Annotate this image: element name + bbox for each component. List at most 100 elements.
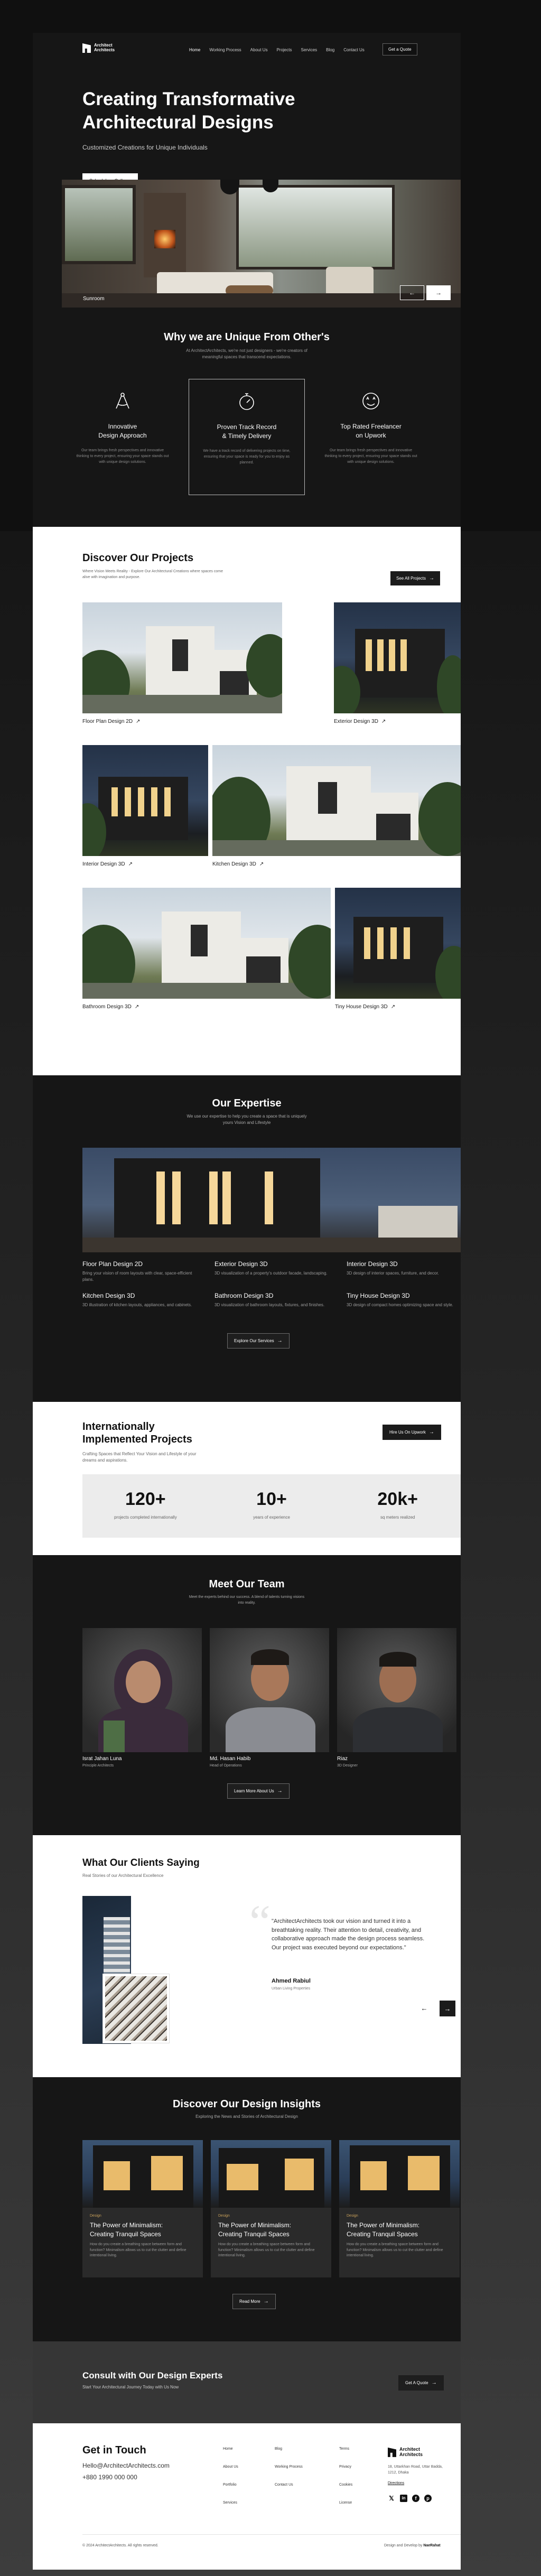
footer-email[interactable]: Hello@ArchitectArchitects.com [82, 2462, 170, 2469]
hero-next-button[interactable]: → [426, 285, 451, 300]
main-nav: Home Working Process About Us Projects S… [189, 48, 365, 52]
project-caption[interactable]: Kitchen Design 3D ↗ [212, 861, 264, 867]
footer-links-col3: Terms Privacy Cookies License [339, 2447, 352, 2505]
footer-credit-name[interactable]: NaeRahat [423, 2544, 440, 2547]
unique-card-title: Top Rated Freelancer on Upwork [313, 422, 429, 440]
x-twitter-icon[interactable]: 𝕏 [388, 2495, 395, 2502]
expertise-item-text: 3D visualization of bathroom layouts, fi… [214, 1303, 325, 1307]
project-caption[interactable]: Bathroom Design 3D ↗ [82, 1004, 139, 1010]
project-image[interactable] [82, 888, 331, 999]
nav-quote-button[interactable]: Get a Quote [383, 43, 417, 55]
expertise-image [82, 1148, 461, 1252]
arrow-up-right-icon: ↗ [128, 861, 133, 867]
blog-image [82, 2140, 203, 2208]
project-caption[interactable]: Tiny House Design 3D ↗ [335, 1004, 395, 1010]
linkedin-icon[interactable]: in [400, 2495, 407, 2502]
arrow-left-icon: ← [421, 2004, 428, 2012]
expertise-item-text: 3D visualization of a property's outdoor… [214, 1271, 328, 1276]
compass-icon [116, 393, 129, 409]
logo-line2: Architects [94, 48, 115, 52]
card-title-line2: Design Approach [98, 431, 147, 439]
stat-value: 20k+ [377, 1489, 418, 1509]
footer-link-cookies[interactable]: Cookies [339, 2483, 352, 2487]
nav-contact-us[interactable]: Contact Us [343, 48, 365, 52]
arrow-right-icon: → [277, 1338, 283, 1344]
blog-card[interactable]: Design The Power of Minimalism: Creating… [211, 2140, 331, 2277]
nav-projects[interactable]: Projects [277, 48, 292, 52]
team-photo [337, 1628, 456, 1752]
blog-title-line1: The Power of Minimalism: [218, 2221, 292, 2229]
expertise-item[interactable]: Kitchen Design 3D 3D illustration of kit… [82, 1292, 199, 1308]
footer-link-license[interactable]: License [339, 2501, 352, 2505]
project-caption[interactable]: Interior Design 3D ↗ [82, 861, 133, 867]
read-more-button[interactable]: Read More → [232, 2294, 276, 2309]
explore-services-button[interactable]: Explore Our Services → [227, 1333, 290, 1349]
learn-more-about-us-button[interactable]: Learn More About Us → [227, 1783, 290, 1799]
testimonial-next-button[interactable]: → [440, 2001, 455, 2016]
expertise-item-title: Bathroom Design 3D [214, 1292, 274, 1299]
facebook-icon[interactable]: f [412, 2495, 419, 2502]
expertise-item[interactable]: Bathroom Design 3D 3D visualization of b… [214, 1292, 331, 1308]
arrow-right-icon: → [435, 289, 442, 296]
nav-home[interactable]: Home [189, 48, 200, 52]
hero-section: Architect Architects Home Working Proces… [33, 33, 461, 527]
nav-services[interactable]: Services [301, 48, 317, 52]
consult-title: Consult with Our Design Experts [82, 2370, 223, 2380]
footer-logo[interactable]: Architect Architects [388, 2447, 423, 2458]
blog-tag: Design [90, 2214, 101, 2218]
expertise-item[interactable]: Interior Design 3D 3D design of interior… [347, 1260, 458, 1277]
footer-link-contact[interactable]: Contact Us [275, 2483, 303, 2487]
project-image[interactable] [82, 602, 282, 713]
hire-upwork-label: Hire Us On Upwork [389, 1430, 426, 1435]
expertise-item[interactable]: Exterior Design 3D 3D visualization of a… [214, 1260, 331, 1277]
blog-title-line1: The Power of Minimalism: [90, 2221, 163, 2229]
project-image[interactable] [334, 602, 461, 713]
expertise-item-text: 3D design of compact homes optimizing sp… [347, 1303, 453, 1307]
pinterest-icon[interactable]: p [424, 2495, 432, 2502]
see-all-projects-button[interactable]: See All Projects → [390, 571, 441, 585]
project-image[interactable] [335, 888, 461, 999]
team-member-name: Israt Jahan Luna [82, 1756, 122, 1762]
hero-prev-button[interactable]: ← [400, 285, 424, 300]
footer-link-portfolio[interactable]: Portfolio [223, 2483, 238, 2487]
blog-title-line1: The Power of Minimalism: [347, 2221, 420, 2229]
footer-link-blog[interactable]: Blog [275, 2447, 303, 2451]
testimonial-prev-button[interactable]: ← [417, 2001, 432, 2015]
nav-blog[interactable]: Blog [326, 48, 334, 52]
projects-subtitle: Where Vision Meets Reality - Explore Our… [82, 570, 223, 579]
arrow-right-icon: → [428, 1429, 434, 1435]
nav-about-us[interactable]: About Us [250, 48, 268, 52]
team-member-name: Md. Hasan Habib [210, 1756, 251, 1762]
expertise-item[interactable]: Tiny House Design 3D 3D design of compac… [347, 1292, 458, 1308]
footer: Get in Touch Hello@ArchitectArchitects.c… [33, 2423, 461, 2570]
logo[interactable]: Architect Architects [82, 43, 115, 53]
unique-card-text: We have a track record of delivering pro… [203, 449, 291, 464]
footer-link-privacy[interactable]: Privacy [339, 2465, 352, 2469]
footer-phone[interactable]: +880 1990 000 000 [82, 2473, 137, 2481]
footer-link-about[interactable]: About Us [223, 2465, 238, 2469]
footer-directions-link[interactable]: Directions [388, 2481, 404, 2485]
blog-image [339, 2140, 460, 2208]
footer-link-terms[interactable]: Terms [339, 2447, 352, 2451]
footer-link-home[interactable]: Home [223, 2447, 238, 2451]
blog-card[interactable]: Design The Power of Minimalism: Creating… [82, 2140, 203, 2277]
get-a-quote-button[interactable]: Get A Quote → [398, 2375, 444, 2391]
hero-subtitle: Customized Creations for Unique Individu… [82, 144, 208, 151]
project-image[interactable] [82, 745, 208, 856]
unique-card-title: Innovative Design Approach [64, 422, 181, 440]
blog-title-line2: Creating Tranquil Spaces [347, 2230, 418, 2238]
team-title: Meet Our Team [209, 1578, 285, 1590]
window-panel [236, 185, 395, 269]
read-more-label: Read More [239, 2299, 260, 2304]
expertise-item[interactable]: Floor Plan Design 2D Bring your vision o… [82, 1260, 199, 1283]
project-caption[interactable]: Exterior Design 3D ↗ [334, 719, 386, 724]
nav-working-process[interactable]: Working Process [209, 48, 241, 52]
stat: 10+ years of experience [209, 1474, 335, 1538]
project-image[interactable] [212, 745, 461, 856]
blog-card[interactable]: Design The Power of Minimalism: Creating… [339, 2140, 460, 2277]
hire-upwork-button[interactable]: Hire Us On Upwork → [383, 1425, 441, 1440]
footer-link-working-process[interactable]: Working Process [275, 2465, 303, 2469]
project-caption[interactable]: Floor Plan Design 2D ↗ [82, 719, 140, 724]
footer-link-services[interactable]: Services [223, 2501, 238, 2505]
website-frame: Architect Architects Home Working Proces… [33, 33, 461, 2570]
